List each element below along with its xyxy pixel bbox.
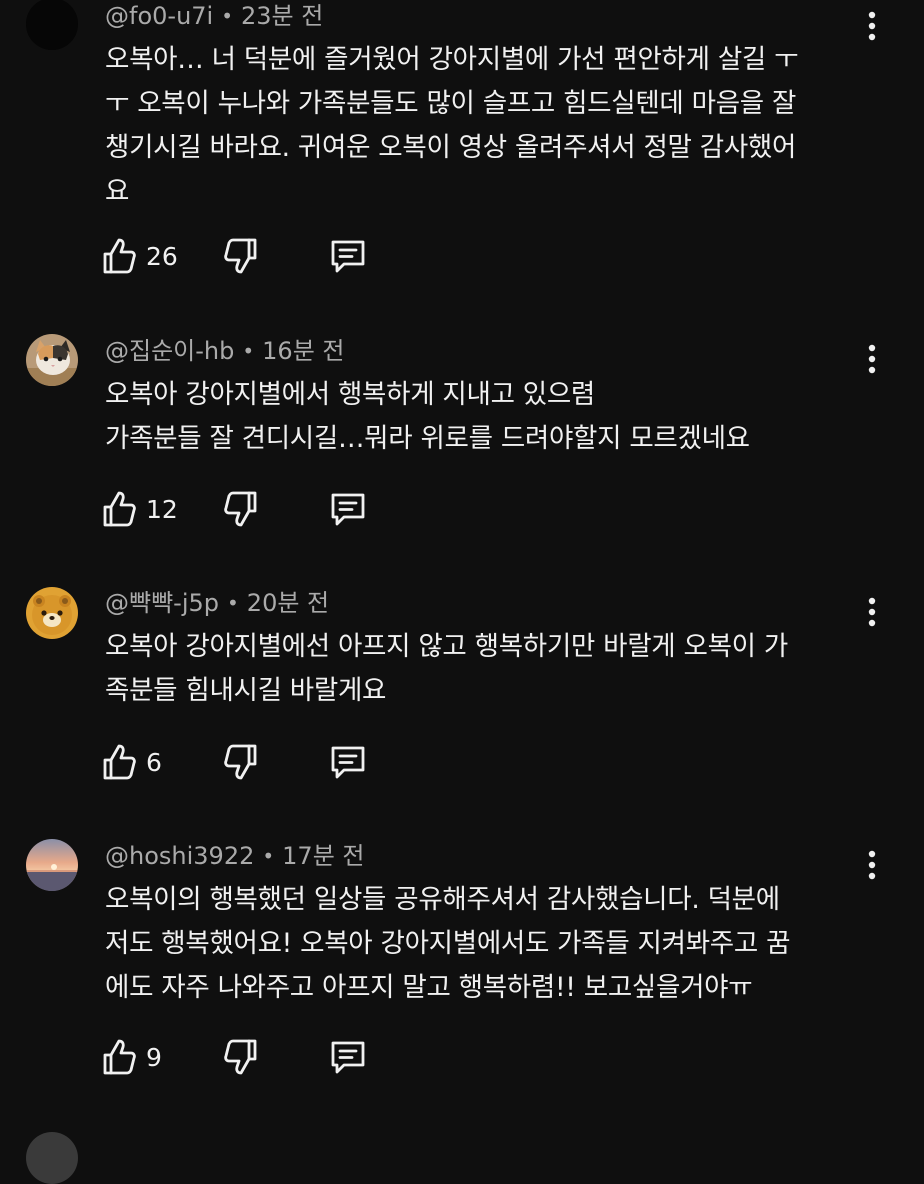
dislike-button[interactable]: [222, 1035, 260, 1079]
comment-text-line: ㅜ 오복이 누나와 가족분들도 많이 슬프고 힘드실텐데 마음을 잘: [105, 88, 797, 119]
like-button[interactable]: 9: [100, 1035, 162, 1079]
vertical-dots-icon: [868, 850, 876, 880]
comment-time: 23분 전: [241, 2, 324, 30]
more-options-button[interactable]: [856, 594, 888, 630]
like-count: 6: [146, 747, 162, 777]
comment-text: 오복아… 너 덕분에 즐거웠어 강아지별에 가선 편안하게 살길 ㅜ ㅜ 오복이…: [105, 38, 865, 214]
thumbs-up-icon: [103, 744, 136, 780]
dislike-button[interactable]: [222, 234, 260, 278]
reply-icon: [331, 1041, 365, 1074]
comment-text-line: 요: [105, 176, 130, 207]
comment-text: 오복아 강아지별에서 행복하게 지내고 있으렴 가족분들 잘 견디시길…뭐라 위…: [105, 373, 865, 461]
avatar[interactable]: [26, 334, 78, 386]
avatar[interactable]: [26, 0, 78, 50]
avatar[interactable]: [26, 1132, 78, 1184]
comment-meta: @집순이-hb • 16분 전: [105, 335, 344, 367]
meta-separator: •: [262, 844, 275, 868]
like-button[interactable]: 12: [100, 487, 178, 531]
meta-separator: •: [242, 339, 255, 363]
comment-text-line: 오복아… 너 덕분에 즐거웠어 강아지별에 가선 편안하게 살길 ㅜ: [105, 44, 799, 75]
reply-button[interactable]: [328, 740, 368, 784]
thumbs-down-icon: [224, 744, 257, 780]
thumbs-down-icon: [224, 1039, 257, 1075]
comment-text-line: 오복아 강아지별에선 아프지 않고 행복하기만 바랄게 오복이 가: [105, 631, 788, 662]
vertical-dots-icon: [868, 11, 876, 41]
reply-button[interactable]: [328, 234, 368, 278]
bear-avatar-icon: [26, 587, 78, 639]
comment-text-line: 오복이의 행복했던 일상들 공유해주셔서 감사했습니다. 덕분에: [105, 884, 780, 915]
vertical-dots-icon: [868, 344, 876, 374]
sunset-avatar-icon: [26, 839, 78, 891]
more-options-button[interactable]: [856, 8, 888, 44]
comment-actions: 26: [100, 234, 400, 278]
comment-text: 오복이의 행복했던 일상들 공유해주셔서 감사했습니다. 덕분에 저도 행복했어…: [105, 878, 865, 1010]
dark-avatar-icon: [26, 0, 78, 50]
avatar[interactable]: [26, 839, 78, 891]
comment-author[interactable]: @hoshi3922: [105, 842, 254, 870]
comment-text-line: 오복아 강아지별에서 행복하게 지내고 있으렴: [105, 379, 596, 410]
comment-time: 20분 전: [246, 589, 330, 617]
like-count: 9: [146, 1042, 162, 1072]
comment-author[interactable]: @fo0-u7i: [105, 2, 213, 30]
dislike-button[interactable]: [222, 487, 260, 531]
thumbs-down-icon: [224, 491, 257, 527]
comment-text-line: 에도 자주 나와주고 아프지 말고 행복하렴!! 보고싶을거야ㅠ: [105, 972, 753, 1003]
comment-time: 17분 전: [282, 842, 365, 870]
reply-icon: [331, 746, 365, 779]
comment-meta: @hoshi3922 • 17분 전: [105, 840, 364, 872]
comment-text-line: 족분들 힘내시길 바랄게요: [105, 675, 387, 706]
comment-actions: 9: [100, 1035, 400, 1079]
thumbs-up-icon: [103, 491, 136, 527]
thumbs-up-icon: [103, 238, 136, 274]
thumbs-up-icon: [103, 1039, 136, 1075]
avatar[interactable]: [26, 587, 78, 639]
comment-text-line: 챙기시길 바라요. 귀여운 오복이 영상 올려주셔서 정말 감사했어: [105, 132, 797, 163]
comment-text-line: 저도 행복했어요! 오복아 강아지별에서도 가족들 지켜봐주고 꿈: [105, 928, 791, 959]
dislike-button[interactable]: [222, 740, 260, 784]
meta-separator: •: [221, 4, 234, 28]
comment-actions: 6: [100, 740, 400, 784]
vertical-dots-icon: [868, 597, 876, 627]
meta-separator: •: [227, 591, 239, 615]
like-count: 12: [146, 494, 178, 524]
reply-button[interactable]: [328, 487, 368, 531]
comment-actions: 12: [100, 487, 400, 531]
like-button[interactable]: 6: [100, 740, 162, 784]
reply-button[interactable]: [328, 1035, 368, 1079]
more-options-button[interactable]: [856, 847, 888, 883]
comment-author[interactable]: @집순이-hb: [105, 337, 234, 365]
comment-text-line: 가족분들 잘 견디시길…뭐라 위로를 드려야할지 모르겠네요: [105, 423, 750, 454]
more-options-button[interactable]: [856, 341, 888, 377]
comment-meta: @fo0-u7i • 23분 전: [105, 0, 323, 32]
comment-author[interactable]: @뺙뺙-j5p: [105, 589, 219, 617]
comment-time: 16분 전: [262, 337, 345, 365]
reply-icon: [331, 493, 365, 526]
comment-meta: @뺙뺙-j5p • 20분 전: [105, 587, 329, 619]
like-count: 26: [146, 241, 178, 271]
thumbs-down-icon: [224, 238, 257, 274]
like-button[interactable]: 26: [100, 234, 178, 278]
cat-avatar-icon: [26, 334, 78, 386]
reply-icon: [331, 240, 365, 273]
comment-text: 오복아 강아지별에선 아프지 않고 행복하기만 바랄게 오복이 가 족분들 힘내…: [105, 625, 865, 713]
